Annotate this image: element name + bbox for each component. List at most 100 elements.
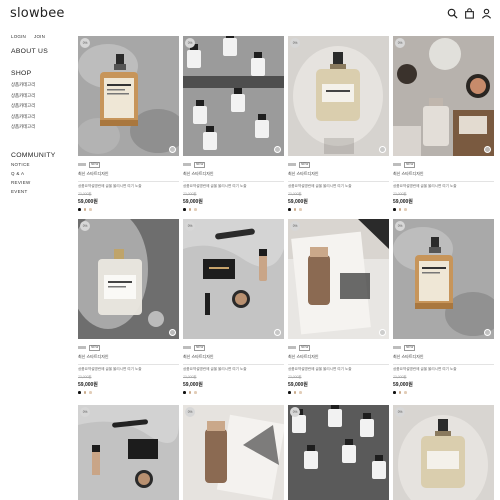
perfume-photo bbox=[183, 405, 284, 500]
color-swatch[interactable] bbox=[83, 208, 87, 211]
new-tag: NEW bbox=[404, 162, 416, 168]
product-image[interactable]: 0% bbox=[183, 36, 284, 156]
color-swatch[interactable] bbox=[183, 391, 186, 394]
product-card[interactable]: 0% NEW 최신 스타트디자인 상품요약설명란에 글을 올리시면 여기 노출 … bbox=[288, 219, 389, 394]
product-summary: 상품요약설명란에 글을 올리시면 여기 노출 bbox=[78, 367, 142, 372]
perfume-photo bbox=[288, 219, 389, 339]
product-card[interactable]: 0% NEW 최신 스타트디자인 상품요약설명란에 글을 올리시면 여기 노출 … bbox=[78, 36, 179, 211]
original-price: 73,000원 bbox=[78, 375, 92, 380]
add-to-cart-button[interactable] bbox=[379, 146, 386, 153]
add-to-cart-button[interactable] bbox=[484, 146, 491, 153]
product-summary: 상품요약설명란에 글을 올리시면 여기 노출 bbox=[393, 367, 457, 372]
color-swatch[interactable] bbox=[393, 208, 396, 211]
category-item[interactable]: 상품카테고리 bbox=[11, 103, 73, 114]
product-image[interactable]: 0% bbox=[78, 405, 179, 500]
color-swatch[interactable] bbox=[183, 208, 186, 211]
original-price: 73,000원 bbox=[288, 375, 302, 380]
about-us-link[interactable]: ABOUT US bbox=[11, 48, 73, 55]
tag-label bbox=[393, 163, 401, 167]
bag-icon[interactable] bbox=[464, 8, 475, 19]
product-image[interactable]: 0% bbox=[183, 219, 284, 339]
divider bbox=[288, 180, 389, 182]
join-link[interactable]: JOIN bbox=[34, 34, 45, 39]
product-image[interactable]: 0% bbox=[288, 36, 389, 156]
sidebar: LOGIN JOIN ABOUT US SHOP 상품카테고리 상품카테고리 상… bbox=[11, 34, 73, 198]
add-to-cart-button[interactable] bbox=[274, 329, 281, 336]
color-swatch[interactable] bbox=[299, 391, 302, 394]
color-swatch[interactable] bbox=[194, 391, 197, 394]
divider bbox=[288, 363, 389, 365]
color-swatch[interactable] bbox=[398, 391, 402, 394]
product-image[interactable]: 0% bbox=[393, 36, 494, 156]
color-swatch[interactable] bbox=[78, 391, 81, 394]
product-image[interactable]: 0% bbox=[183, 405, 284, 500]
product-card[interactable]: 0% bbox=[78, 405, 179, 500]
add-to-cart-button[interactable] bbox=[169, 146, 176, 153]
user-icon[interactable] bbox=[481, 8, 492, 19]
product-name[interactable]: 최신 스타트디자인 bbox=[78, 354, 179, 360]
site-logo[interactable]: slowbee bbox=[10, 6, 65, 21]
product-image[interactable]: 0% bbox=[288, 219, 389, 339]
color-swatch[interactable] bbox=[393, 391, 396, 394]
search-icon[interactable] bbox=[447, 8, 458, 19]
add-to-cart-button[interactable] bbox=[169, 329, 176, 336]
product-name[interactable]: 최신 스타트디자인 bbox=[393, 354, 494, 360]
color-swatch[interactable] bbox=[288, 208, 291, 211]
color-swatch[interactable] bbox=[398, 208, 402, 211]
product-card[interactable]: 0% bbox=[183, 405, 284, 500]
product-image[interactable]: 0% bbox=[78, 36, 179, 156]
category-item[interactable]: 상품카테고리 bbox=[11, 93, 73, 104]
product-name[interactable]: 최신 스타트디자인 bbox=[183, 171, 284, 177]
community-review[interactable]: REVIEW bbox=[11, 180, 73, 189]
color-swatch[interactable] bbox=[404, 391, 407, 394]
color-swatch[interactable] bbox=[188, 391, 192, 394]
product-name[interactable]: 최신 스타트디자인 bbox=[393, 171, 494, 177]
discount-badge: 0% bbox=[185, 407, 195, 417]
product-image[interactable]: 0% bbox=[288, 405, 389, 500]
product-card[interactable]: 0% NEW 최신 스타트디자인 상품요약설명란에 글을 올리시면 여기 노출 … bbox=[393, 36, 494, 211]
product-tags: NEW bbox=[288, 162, 389, 168]
color-swatches bbox=[183, 391, 284, 394]
color-swatch[interactable] bbox=[293, 391, 297, 394]
product-image[interactable]: 0% bbox=[393, 405, 494, 500]
product-card[interactable]: 0% bbox=[288, 405, 389, 500]
add-to-cart-button[interactable] bbox=[274, 146, 281, 153]
product-card[interactable]: 0% NEW 최신 스타트디자인 상품요약설명란에 글을 올리시면 여기 노출 … bbox=[288, 36, 389, 211]
product-name[interactable]: 최신 스타트디자인 bbox=[288, 354, 389, 360]
color-swatch[interactable] bbox=[188, 208, 192, 211]
perfume-photo bbox=[78, 36, 179, 156]
login-link[interactable]: LOGIN bbox=[11, 34, 26, 39]
color-swatch[interactable] bbox=[288, 391, 291, 394]
category-item[interactable]: 상품카테고리 bbox=[11, 124, 73, 135]
community-notice[interactable]: NOTICE bbox=[11, 162, 73, 171]
color-swatch[interactable] bbox=[83, 391, 87, 394]
product-card[interactable]: 0% NEW 최신 스타트디자인 상품요약설명란에 글을 올리시면 여기 노출 … bbox=[78, 219, 179, 394]
sale-price: 59,000원 bbox=[288, 199, 308, 206]
color-swatch[interactable] bbox=[89, 391, 92, 394]
add-to-cart-button[interactable] bbox=[484, 329, 491, 336]
product-name[interactable]: 최신 스타트디자인 bbox=[78, 171, 179, 177]
category-item[interactable]: 상품카테고리 bbox=[11, 114, 73, 125]
color-swatch[interactable] bbox=[78, 208, 81, 211]
color-swatch[interactable] bbox=[299, 208, 302, 211]
category-item[interactable]: 상품카테고리 bbox=[11, 82, 73, 93]
color-swatch[interactable] bbox=[404, 208, 407, 211]
product-card[interactable]: 0% NEW 최신 스타트디자인 상품요약설명란에 글을 올리시면 여기 노출 … bbox=[183, 36, 284, 211]
add-to-cart-button[interactable] bbox=[379, 329, 386, 336]
product-image[interactable]: 0% bbox=[78, 219, 179, 339]
product-card[interactable]: 0% NEW 최신 스타트디자인 상품요약설명란에 글을 올리시면 여기 노출 … bbox=[183, 219, 284, 394]
product-image[interactable]: 0% bbox=[393, 219, 494, 339]
product-card[interactable]: 0% bbox=[393, 405, 494, 500]
divider bbox=[393, 363, 494, 365]
community-event[interactable]: EVENT bbox=[11, 189, 73, 198]
product-name[interactable]: 최신 스타트디자인 bbox=[288, 171, 389, 177]
color-swatch[interactable] bbox=[194, 208, 197, 211]
color-swatch[interactable] bbox=[89, 208, 92, 211]
color-swatches bbox=[78, 391, 179, 394]
community-qna[interactable]: Q & A bbox=[11, 171, 73, 180]
divider bbox=[183, 363, 284, 365]
sale-price: 59,000원 bbox=[78, 382, 98, 389]
product-card[interactable]: 0% NEW 최신 스타트디자인 상품요약설명란에 글을 올리시면 여기 노출 … bbox=[393, 219, 494, 394]
product-name[interactable]: 최신 스타트디자인 bbox=[183, 354, 284, 360]
color-swatch[interactable] bbox=[293, 208, 297, 211]
